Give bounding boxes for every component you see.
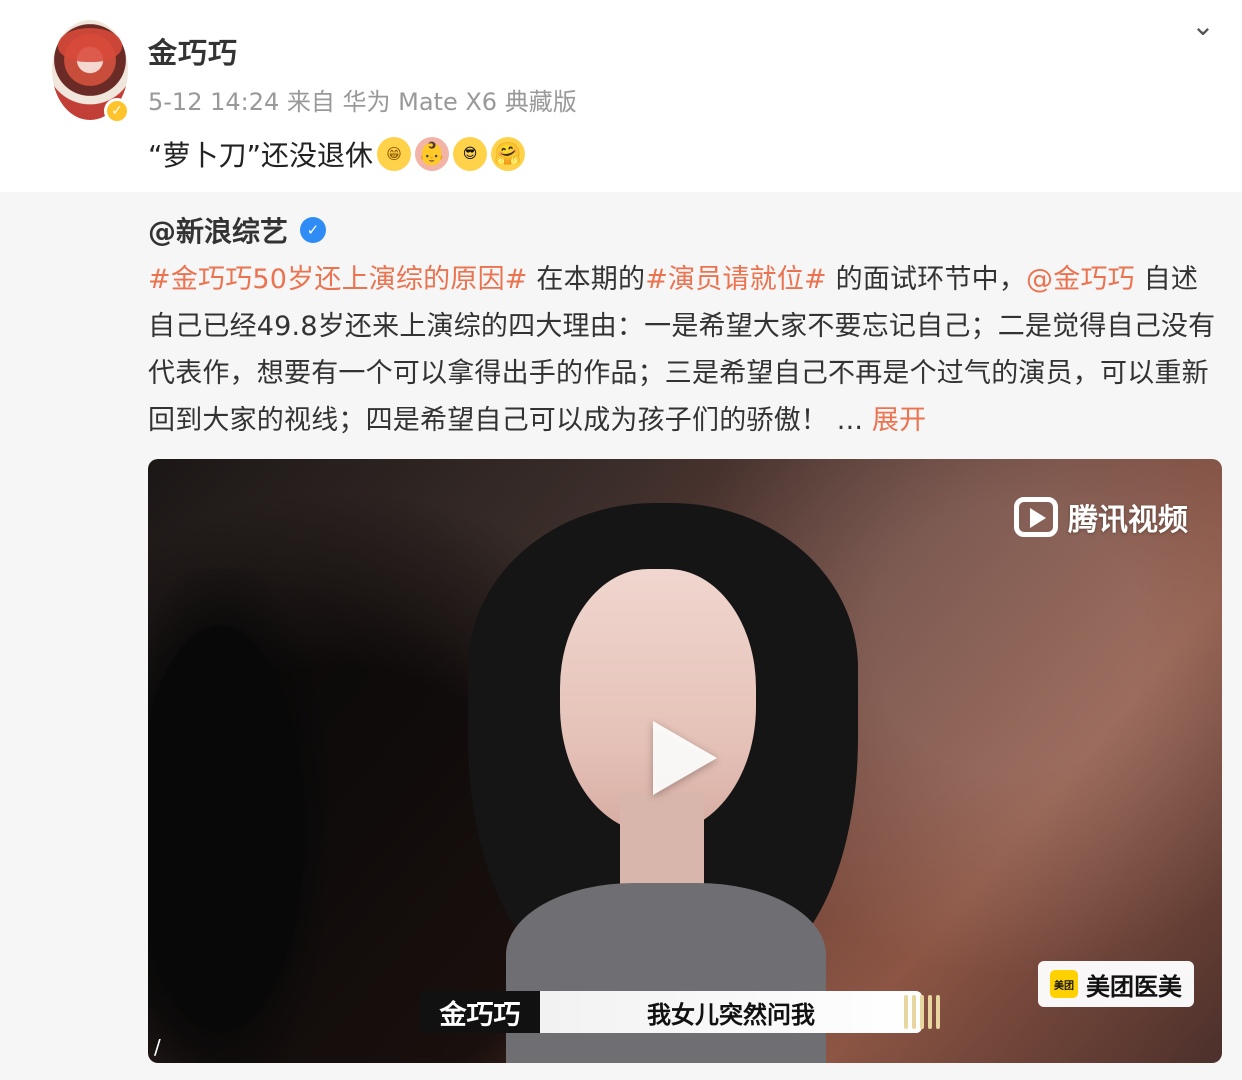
- play-icon[interactable]: [653, 721, 719, 799]
- video-watermark: 腾讯视频: [1014, 495, 1188, 539]
- suit-shape: [506, 883, 826, 1063]
- meituan-logo-icon: 美团: [1050, 970, 1078, 998]
- caption-line: [928, 995, 932, 1029]
- avatar-hat-shape: [58, 28, 122, 62]
- post-username[interactable]: 金巧巧: [148, 30, 238, 72]
- sponsor-badge: 美团 美团医美: [1038, 961, 1194, 1007]
- repost-text-part: 的面试环节中，: [826, 264, 1027, 295]
- verified-badge-icon: ✓: [300, 217, 327, 243]
- repost-username[interactable]: @新浪综艺: [148, 210, 288, 250]
- hashtag-link[interactable]: #演员请就位#: [645, 264, 827, 295]
- hashtag-link[interactable]: #金巧巧50岁还上演综的原因#: [148, 264, 528, 295]
- repost-user[interactable]: @新浪综艺 ✓: [148, 210, 327, 250]
- video-caption: 金巧巧 我女儿突然问我: [420, 991, 922, 1033]
- caption-text: 我女儿突然问我: [540, 991, 922, 1033]
- grin-emoji-icon: 😁: [377, 137, 412, 171]
- caption-name: 金巧巧: [420, 991, 540, 1033]
- repost-text-part: 在本期的: [527, 264, 646, 295]
- ellipsis: ...: [828, 405, 872, 436]
- post-text: “萝卜刀”还没退休 😁 👶 😎 🤗: [148, 134, 526, 174]
- watermark-text: 腾讯视频: [1068, 503, 1188, 538]
- foreground-shadow: [148, 569, 328, 1063]
- post-meta: 5-12 14:24 来自 华为 Mate X6 典藏版: [148, 88, 577, 116]
- sunglasses-emoji-icon: 😎: [453, 137, 488, 171]
- caption-line: [904, 995, 908, 1029]
- corner-mark: /: [154, 1035, 161, 1059]
- hug-emoji-icon: 🤗: [491, 137, 526, 171]
- mention-link[interactable]: @金巧巧: [1026, 264, 1135, 295]
- sponsor-text: 美团医美: [1086, 972, 1182, 1001]
- post-header: ✓ 金巧巧 5-12 14:24 来自 华为 Mate X6 典藏版 “萝卜刀”…: [0, 0, 1242, 192]
- expand-link[interactable]: 展开: [872, 405, 926, 436]
- repost-card: @新浪综艺 ✓ #金巧巧50岁还上演综的原因# 在本期的#演员请就位# 的面试环…: [0, 192, 1242, 1080]
- repost-text: #金巧巧50岁还上演综的原因# 在本期的#演员请就位# 的面试环节中，@金巧巧 …: [148, 256, 1222, 444]
- baby-emoji-icon: 👶: [415, 137, 450, 171]
- video-player[interactable]: 腾讯视频 美团 美团医美 金巧巧 我女儿突然问我 /: [148, 459, 1222, 1063]
- caption-decoration: [904, 995, 940, 1029]
- post-text-content: “萝卜刀”还没退休: [148, 139, 374, 172]
- caption-line: [920, 995, 924, 1029]
- author-avatar[interactable]: ✓: [52, 20, 130, 124]
- caption-line: [936, 995, 940, 1029]
- caption-line: [912, 995, 916, 1029]
- chevron-down-icon[interactable]: ⌄: [1187, 9, 1219, 42]
- verified-badge-icon: ✓: [104, 98, 130, 124]
- tencent-video-icon: [1014, 497, 1058, 537]
